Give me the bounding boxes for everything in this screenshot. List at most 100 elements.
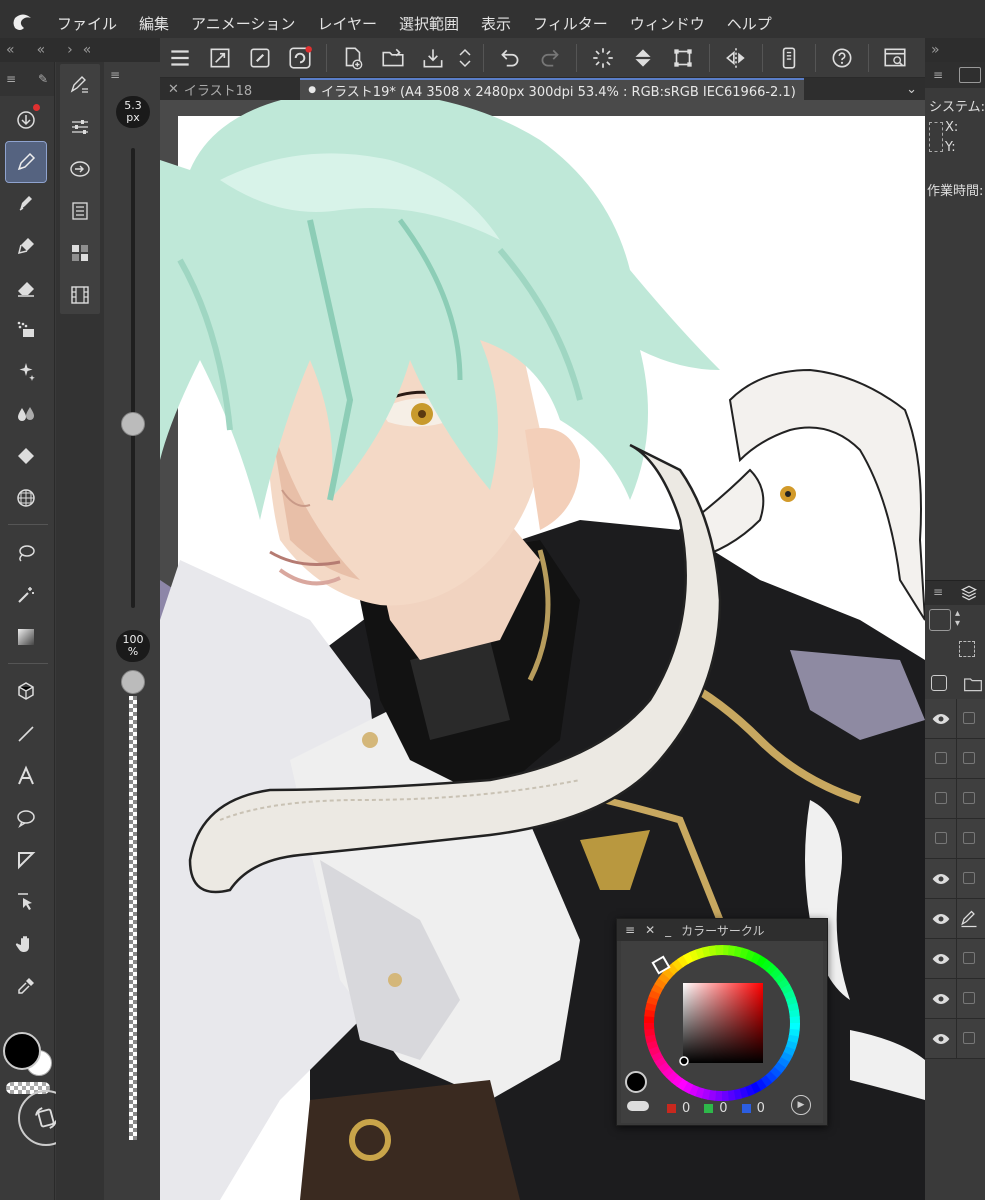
hue-ring[interactable] xyxy=(621,941,823,1123)
brush-size-list-icon[interactable] xyxy=(60,190,100,232)
visibility-checkbox[interactable] xyxy=(935,752,947,764)
main-color-swatch[interactable] xyxy=(3,1032,41,1070)
layer-row[interactable] xyxy=(925,939,985,979)
redo-icon[interactable] xyxy=(530,40,570,76)
collapse-right-icon[interactable]: » xyxy=(931,42,940,58)
new-file-icon[interactable] xyxy=(333,40,373,76)
blend-icon[interactable] xyxy=(6,394,46,434)
clip-studio-icon[interactable] xyxy=(280,40,320,76)
lock-checkbox[interactable] xyxy=(963,1032,975,1044)
chevron-updown-icon[interactable]: ▴ ▾ xyxy=(955,609,960,629)
lock-checkbox[interactable] xyxy=(963,792,975,804)
pencil-icon[interactable] xyxy=(6,184,46,224)
flip-horizontal-icon[interactable] xyxy=(716,40,756,76)
reorder-chevron-icon[interactable] xyxy=(453,40,477,76)
collapse-left-icon-3[interactable]: « xyxy=(83,42,92,58)
brush-size-slider-knob[interactable] xyxy=(121,412,145,436)
timeline-icon[interactable] xyxy=(60,274,100,316)
help-icon[interactable] xyxy=(822,40,862,76)
lock-checkbox[interactable] xyxy=(963,952,975,964)
eraser-icon[interactable] xyxy=(6,268,46,308)
lock-checkbox[interactable] xyxy=(963,752,975,764)
eye-icon[interactable] xyxy=(931,1029,951,1049)
layer-row[interactable] xyxy=(925,739,985,779)
pen-icon[interactable] xyxy=(5,141,47,183)
chevron-down-icon[interactable]: ⌄ xyxy=(906,82,917,97)
eye-icon[interactable] xyxy=(931,869,951,889)
layer-row[interactable] xyxy=(925,779,985,819)
operation-icon[interactable] xyxy=(6,882,46,922)
undo-icon[interactable] xyxy=(490,40,530,76)
menu-window[interactable]: ウィンドウ xyxy=(619,13,716,34)
collapse-left-icon[interactable]: « xyxy=(6,42,15,58)
tab-illust-19[interactable]: ● イラスト19* (A4 3508 x 2480px 300dpi 53.4%… xyxy=(300,78,804,100)
opacity-track[interactable] xyxy=(129,696,137,1140)
palette-transparent-icon[interactable] xyxy=(627,1101,649,1111)
loading-icon[interactable] xyxy=(583,40,623,76)
eye-icon[interactable] xyxy=(931,989,951,1009)
lock-checkbox[interactable] xyxy=(963,872,975,884)
decoration-icon[interactable] xyxy=(6,310,46,350)
sub-tool-brush-icon[interactable] xyxy=(60,64,100,106)
palette-main-color[interactable] xyxy=(625,1071,647,1093)
eye-icon[interactable] xyxy=(931,909,951,929)
close-icon[interactable]: ✕ xyxy=(168,82,179,97)
menu-file[interactable]: ファイル xyxy=(46,13,128,34)
layer-clip-icon[interactable] xyxy=(959,641,975,657)
balloon-icon[interactable] xyxy=(6,798,46,838)
magic-wand-icon[interactable] xyxy=(6,575,46,615)
navigator-tab-icon[interactable] xyxy=(959,67,981,83)
lasso-icon[interactable] xyxy=(6,533,46,573)
play-circle-icon[interactable]: ▶ xyxy=(791,1095,811,1115)
menu-layer[interactable]: レイヤー xyxy=(306,13,388,34)
tab-illust-18[interactable]: ✕ イラスト18 xyxy=(160,78,260,100)
grid-icon[interactable] xyxy=(6,478,46,518)
transform-icon[interactable] xyxy=(663,40,703,76)
text-icon[interactable] xyxy=(6,756,46,796)
line-icon[interactable] xyxy=(6,714,46,754)
search-window-icon[interactable] xyxy=(875,40,915,76)
eyedropper-icon[interactable] xyxy=(6,966,46,1006)
menu-icon[interactable] xyxy=(160,40,200,76)
panel-menu-icon[interactable]: ≡ xyxy=(6,72,16,86)
menu-view[interactable]: 表示 xyxy=(470,13,522,34)
color-set-icon[interactable] xyxy=(60,232,100,274)
collapse-left-icon-2[interactable]: « xyxy=(37,42,46,58)
hand-icon[interactable] xyxy=(6,924,46,964)
new-raster-layer-icon[interactable] xyxy=(931,675,947,691)
panel-menu-icon[interactable]: ≡ xyxy=(625,923,635,937)
blend-mode-select[interactable] xyxy=(929,609,951,631)
layers-stack-icon[interactable] xyxy=(959,583,979,607)
airbrush-icon[interactable] xyxy=(6,352,46,392)
layer-row[interactable] xyxy=(925,979,985,1019)
menu-selection[interactable]: 選択範囲 xyxy=(388,13,470,34)
color-picker-screen-icon[interactable] xyxy=(240,40,280,76)
gradient-icon[interactable] xyxy=(6,617,46,657)
lock-checkbox[interactable] xyxy=(963,712,975,724)
layer-row[interactable] xyxy=(925,859,985,899)
layer-row[interactable] xyxy=(925,899,985,939)
tool-property-icon[interactable] xyxy=(60,106,100,148)
brush-tab-icon[interactable]: ✎ xyxy=(38,72,48,86)
eye-icon[interactable] xyxy=(931,709,951,729)
lock-checkbox[interactable] xyxy=(963,832,975,844)
menu-edit[interactable]: 編集 xyxy=(128,13,180,34)
brush-size-track[interactable] xyxy=(131,148,135,608)
save-icon[interactable] xyxy=(413,40,453,76)
panel-menu-icon[interactable]: ≡ xyxy=(933,585,943,599)
fill-icon[interactable] xyxy=(6,436,46,476)
download-icon[interactable] xyxy=(6,100,46,140)
menu-filter[interactable]: フィルター xyxy=(522,13,619,34)
menu-help[interactable]: ヘルプ xyxy=(716,13,783,34)
close-icon[interactable]: ✕ xyxy=(645,923,655,937)
opacity-slider-knob[interactable] xyxy=(121,670,145,694)
eye-icon[interactable] xyxy=(931,949,951,969)
lock-checkbox[interactable] xyxy=(963,992,975,1004)
minimize-icon[interactable]: _ xyxy=(665,923,671,937)
panel-menu-icon[interactable]: ≡ xyxy=(110,68,120,82)
3d-object-icon[interactable] xyxy=(6,672,46,712)
menu-animation[interactable]: アニメーション xyxy=(180,13,306,34)
smartphone-icon[interactable] xyxy=(769,40,809,76)
visibility-checkbox[interactable] xyxy=(935,832,947,844)
open-folder-icon[interactable] xyxy=(373,40,413,76)
